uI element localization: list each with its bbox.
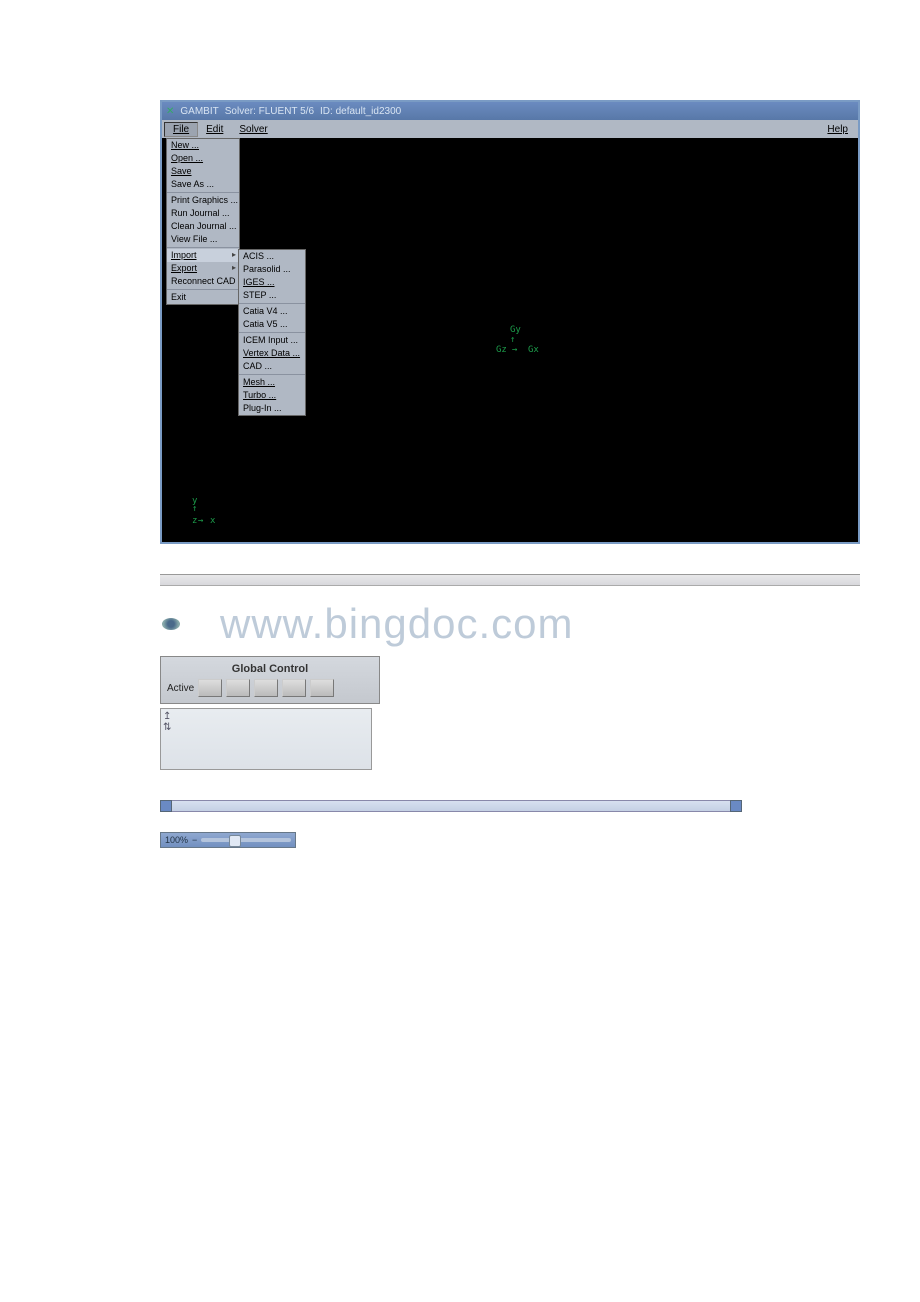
menu-print-graphics[interactable]: Print Graphics ... xyxy=(167,194,239,207)
horizontal-scrollbar[interactable] xyxy=(160,800,742,812)
active-button-5[interactable] xyxy=(310,679,334,697)
chevron-right-icon: ▸ xyxy=(232,263,236,272)
menu-clean-journal[interactable]: Clean Journal ... xyxy=(167,220,239,233)
menu-export[interactable]: Export▸ xyxy=(167,262,239,275)
scroll-left-button[interactable] xyxy=(160,800,172,812)
menu-help[interactable]: Help xyxy=(819,123,856,136)
import-catiav4[interactable]: Catia V4 ... xyxy=(239,305,305,318)
zoom-slider[interactable]: 100% − xyxy=(160,832,296,848)
menu-new[interactable]: New ... xyxy=(167,139,239,152)
active-button-3[interactable] xyxy=(254,679,278,697)
chevron-right-icon: ▸ xyxy=(232,250,236,259)
id-label: ID: default_id2300 xyxy=(320,106,401,117)
active-label: Active xyxy=(167,683,194,694)
import-catiav5[interactable]: Catia V5 ... xyxy=(239,318,305,331)
menu-edit[interactable]: Edit xyxy=(198,123,231,136)
import-cad[interactable]: CAD ... xyxy=(239,360,305,373)
active-button-2[interactable] xyxy=(226,679,250,697)
menu-exit[interactable]: Exit xyxy=(167,291,239,304)
menu-file[interactable]: File xyxy=(164,122,198,137)
app-icon: ✕ xyxy=(166,106,174,117)
menu-run-journal[interactable]: Run Journal ... xyxy=(167,207,239,220)
import-plugin[interactable]: Plug-In ... xyxy=(239,402,305,415)
menubar: File Edit Solver Help xyxy=(162,120,858,138)
zoom-value: 100% xyxy=(165,835,188,845)
menu-solver[interactable]: Solver xyxy=(231,123,275,136)
file-menu: New ... Open ... Save Save As ... Print … xyxy=(166,138,240,305)
import-step[interactable]: STEP ... xyxy=(239,289,305,302)
import-acis[interactable]: ACIS ... xyxy=(239,250,305,263)
move-icon[interactable]: ⇅ xyxy=(163,722,171,733)
import-iges[interactable]: IGES ... xyxy=(239,276,305,289)
import-vertex[interactable]: Vertex Data ... xyxy=(239,347,305,360)
gambit-main-window: ✕ GAMBIT Solver: FLUENT 5/6 ID: default_… xyxy=(160,100,860,544)
watermark: www.bingdoc.com xyxy=(160,604,760,654)
zoom-thumb[interactable] xyxy=(229,835,241,847)
import-mesh[interactable]: Mesh ... xyxy=(239,376,305,389)
active-button-1[interactable] xyxy=(198,679,222,697)
import-icem[interactable]: ICEM Input ... xyxy=(239,334,305,347)
global-control-panel: Global Control Active xyxy=(160,656,380,704)
import-submenu: ACIS ... Parasolid ... IGES ... STEP ...… xyxy=(238,249,306,416)
import-turbo[interactable]: Turbo ... xyxy=(239,389,305,402)
transcript-panel: ↥ ⇅ xyxy=(160,708,372,770)
divider-bar xyxy=(160,574,860,586)
scroll-right-button[interactable] xyxy=(730,800,742,812)
arrow-up-icon[interactable]: ↥ xyxy=(163,711,171,722)
menu-saveas[interactable]: Save As ... xyxy=(167,178,239,191)
active-button-4[interactable] xyxy=(282,679,306,697)
menu-view-file[interactable]: View File ... xyxy=(167,233,239,246)
zoom-out-icon[interactable]: − xyxy=(192,835,197,845)
titlebar: ✕ GAMBIT Solver: FLUENT 5/6 ID: default_… xyxy=(162,102,858,120)
menu-save[interactable]: Save xyxy=(167,165,239,178)
menu-open[interactable]: Open ... xyxy=(167,152,239,165)
app-name: GAMBIT xyxy=(180,106,218,117)
import-parasolid[interactable]: Parasolid ... xyxy=(239,263,305,276)
menu-reconnect-cad[interactable]: Reconnect CAD xyxy=(167,275,239,288)
global-control-title: Global Control xyxy=(165,661,375,677)
solver-label: Solver: FLUENT 5/6 xyxy=(225,106,314,117)
menu-import[interactable]: Import▸ xyxy=(167,249,239,262)
zoom-track[interactable] xyxy=(201,838,291,842)
eye-icon xyxy=(162,618,180,630)
